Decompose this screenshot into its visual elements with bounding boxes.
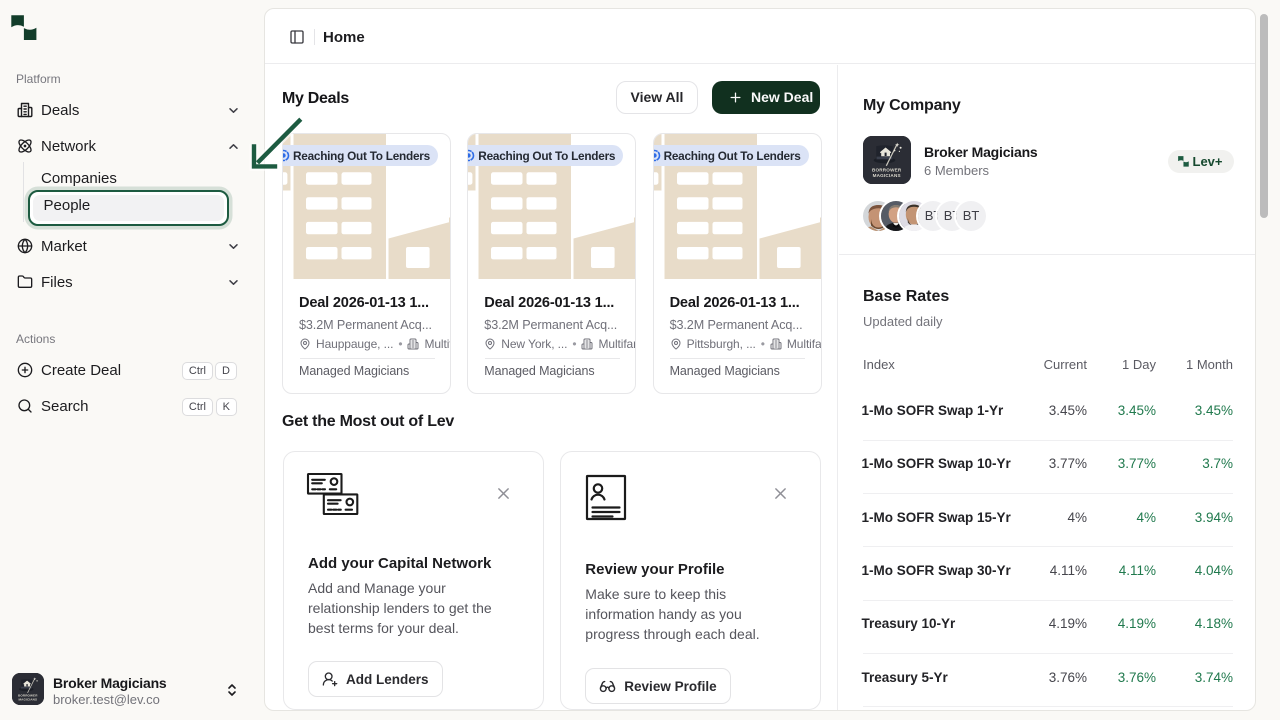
svg-text:MAGICIANS: MAGICIANS xyxy=(18,697,37,701)
svg-text:BORROWER: BORROWER xyxy=(872,168,902,173)
svg-text:MAGICIANS: MAGICIANS xyxy=(873,173,901,178)
